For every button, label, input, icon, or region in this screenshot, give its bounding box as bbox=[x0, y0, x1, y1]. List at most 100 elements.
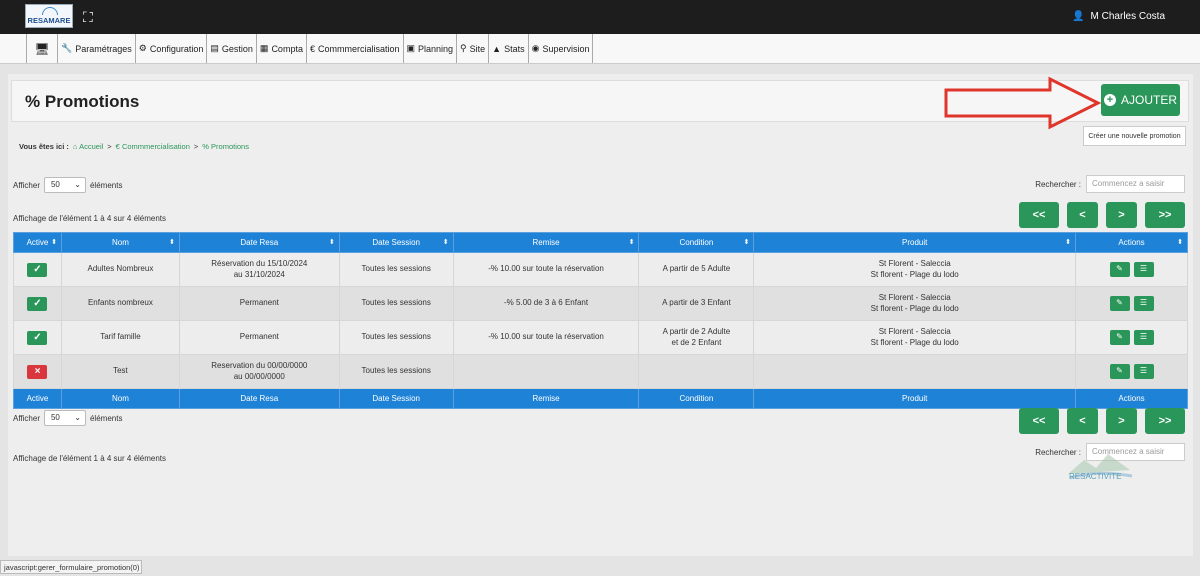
page-length-control: Afficher 50 ⌄ éléments bbox=[13, 177, 122, 193]
previous-page-button[interactable]: < bbox=[1067, 202, 1098, 228]
main-menu: 🖥 🔧 Paramétrages ⚙ Configuration ▤ Gestion … bbox=[26, 34, 594, 64]
menu-item-commercialisation[interactable]: € Commmercialisation bbox=[305, 34, 403, 63]
menu-item-supervision[interactable]: ◉ Supervision bbox=[527, 34, 594, 63]
annotation-arrow bbox=[944, 76, 1102, 130]
active-check-icon[interactable]: ✓ bbox=[27, 330, 48, 345]
first-page-button-bottom[interactable]: << bbox=[1019, 408, 1059, 434]
sort-icon: ⬍ bbox=[328, 239, 335, 246]
page-length-select[interactable]: 50 ⌄ bbox=[43, 177, 86, 193]
menu-label: Commmercialisation bbox=[317, 43, 400, 54]
edit-icon[interactable]: ✎ bbox=[1109, 364, 1130, 379]
header-condition[interactable]: Condition ⬍ bbox=[638, 232, 755, 253]
logo-text: RESAMARE bbox=[27, 16, 71, 25]
menu-item-site[interactable]: ⚲ Site bbox=[456, 34, 488, 63]
first-page-button[interactable]: << bbox=[1019, 202, 1059, 228]
header-label: Actions bbox=[1118, 238, 1145, 247]
table-row: × Test Reservation du 00/00/0000 au 00/00/0… bbox=[13, 354, 1188, 389]
menu-label: Paramétrages bbox=[75, 43, 132, 54]
active-check-icon[interactable]: ✓ bbox=[27, 262, 48, 277]
search-control: Rechercher : Commencez a saisir bbox=[1035, 175, 1185, 193]
page-length-control-bottom: Afficher 50 ⌄ éléments bbox=[13, 410, 122, 426]
menu-item-gestion[interactable]: ▤ Gestion bbox=[206, 34, 256, 63]
fullscreen-icon[interactable]: ⛶ bbox=[83, 10, 97, 24]
inactive-x-icon[interactable]: × bbox=[27, 364, 48, 379]
active-check-icon[interactable]: ✓ bbox=[27, 296, 48, 311]
actions-cell: ✎ ☰ bbox=[1075, 354, 1188, 389]
condition-cell bbox=[638, 354, 755, 389]
menu-item-parametrages[interactable]: 🔧 Paramétrages bbox=[57, 34, 135, 63]
breadcrumb-promotions[interactable]: % Promotions bbox=[202, 142, 249, 151]
edit-icon[interactable]: ✎ bbox=[1109, 296, 1130, 311]
table-row: ✓ Enfants nombreux Permanent Toutes les ses… bbox=[13, 286, 1188, 321]
percent-icon: % bbox=[25, 92, 41, 111]
user-menu[interactable]: 👤 M Charles Costa bbox=[1072, 11, 1165, 22]
edit-icon[interactable]: ✎ bbox=[1109, 330, 1130, 345]
breadcrumb-separator: > bbox=[107, 142, 112, 151]
previous-page-button-bottom[interactable]: < bbox=[1067, 408, 1098, 434]
breadcrumb-separator: > bbox=[193, 142, 199, 151]
home-menu-item[interactable]: 🖥 bbox=[26, 34, 57, 63]
header-date-session[interactable]: Date Session ⬍ bbox=[338, 232, 454, 253]
calendar-icon: ▣ bbox=[406, 43, 416, 53]
list-icon[interactable]: ☰ bbox=[1133, 262, 1154, 277]
sort-icon: ⬍ bbox=[1065, 239, 1072, 246]
plus-circle-icon: + bbox=[1103, 94, 1116, 106]
logo-mark bbox=[42, 7, 58, 15]
main-menu-bar: 🖥 🔧 Paramétrages ⚙ Configuration ▤ Gestion … bbox=[0, 34, 1200, 64]
sort-icon: ⬍ bbox=[743, 239, 750, 246]
breadcrumb-label: Promotions bbox=[211, 142, 249, 151]
add-button[interactable]: + AJOUTER bbox=[1101, 84, 1180, 116]
header-active[interactable]: Active ⬍ bbox=[13, 232, 62, 253]
watermark-text: RESACTIVITE bbox=[1069, 472, 1122, 481]
menu-item-configuration[interactable]: ⚙ Configuration bbox=[134, 34, 207, 63]
menu-label: Gestion bbox=[221, 43, 253, 54]
footer-actions: Actions bbox=[1075, 388, 1188, 409]
footer-date-resa: Date Resa bbox=[178, 388, 340, 409]
list-icon[interactable]: ☰ bbox=[1133, 330, 1154, 345]
edit-icon[interactable]: ✎ bbox=[1109, 262, 1130, 277]
date-session-cell: Toutes les sessions bbox=[338, 354, 454, 389]
menu-label: Stats bbox=[504, 43, 525, 54]
menu-item-planning[interactable]: ▣ Planning bbox=[402, 34, 457, 63]
last-page-button-bottom[interactable]: >> bbox=[1145, 408, 1185, 434]
actions-cell: ✎ ☰ bbox=[1075, 286, 1188, 321]
header-remise[interactable]: Remise ⬍ bbox=[452, 232, 640, 253]
date-session-cell: Toutes les sessions bbox=[338, 286, 454, 321]
sort-icon: ⬍ bbox=[51, 239, 57, 246]
footer-produit: Produit bbox=[753, 388, 1077, 409]
page-title-text: Promotions bbox=[44, 92, 140, 111]
add-tooltip: Créer une nouvelle promotion bbox=[1083, 126, 1186, 146]
header-label: Remise bbox=[532, 238, 560, 247]
breadcrumb-commercialisation[interactable]: € Commmercialisation bbox=[116, 142, 190, 151]
breadcrumb-accueil[interactable]: ⌂ Accueil bbox=[73, 142, 103, 151]
header-label: Date Resa bbox=[240, 238, 279, 247]
footer-nom: Nom bbox=[60, 388, 180, 409]
header-nom[interactable]: Nom ⬍ bbox=[60, 232, 180, 253]
list-icon: ▤ bbox=[210, 43, 219, 53]
show-label: Afficher bbox=[13, 180, 40, 190]
header-produit[interactable]: Produit ⬍ bbox=[753, 232, 1077, 253]
search-input[interactable]: Commencez a saisir bbox=[1086, 175, 1185, 193]
resamare-logo[interactable]: RESAMARE bbox=[25, 4, 73, 28]
next-page-button-bottom[interactable]: > bbox=[1106, 408, 1137, 434]
menu-item-compta[interactable]: ▦ Compta bbox=[255, 34, 306, 63]
remise-cell: -% 5.00 de 3 à 6 Enfant bbox=[452, 286, 640, 321]
show-suffix: éléments bbox=[89, 413, 123, 423]
list-icon[interactable]: ☰ bbox=[1133, 296, 1154, 311]
date-session-cell: Toutes les sessions bbox=[338, 320, 454, 355]
page-length-select-bottom[interactable]: 50 ⌄ bbox=[43, 410, 86, 426]
header-label: Date Session bbox=[372, 238, 420, 247]
list-icon[interactable]: ☰ bbox=[1133, 364, 1154, 379]
date-resa-cell: Permanent bbox=[178, 286, 340, 321]
next-page-button[interactable]: > bbox=[1106, 202, 1137, 228]
header-label: Condition bbox=[679, 238, 714, 247]
chart-icon: ▲ bbox=[492, 43, 502, 54]
actions-cell: ✎ ☰ bbox=[1075, 252, 1188, 287]
last-page-button[interactable]: >> bbox=[1145, 202, 1185, 228]
user-name: M Charles Costa bbox=[1090, 11, 1165, 22]
calculator-icon: ▦ bbox=[259, 43, 269, 53]
sort-icon: ⬍ bbox=[169, 239, 175, 246]
active-cell: ✓ bbox=[13, 252, 62, 287]
header-date-resa[interactable]: Date Resa ⬍ bbox=[178, 232, 340, 253]
menu-item-stats[interactable]: ▲ Stats bbox=[488, 34, 527, 63]
